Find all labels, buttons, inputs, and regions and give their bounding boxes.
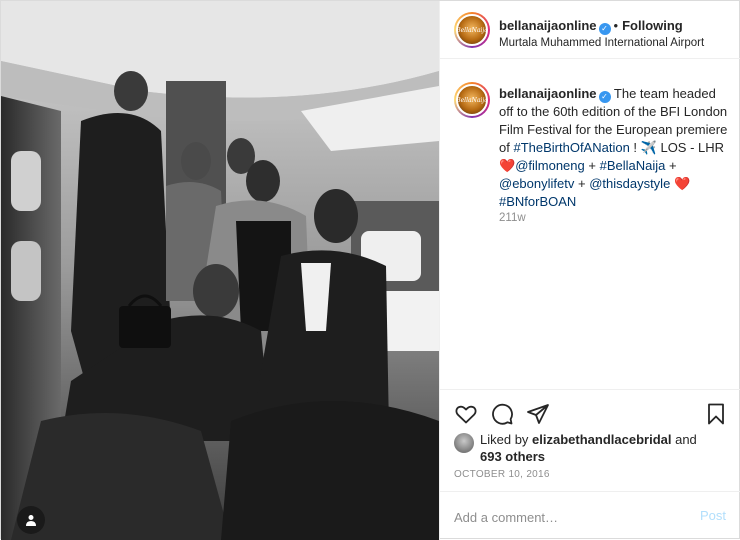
likes-prefix: Liked by bbox=[480, 432, 533, 447]
hashtag-link[interactable]: #BNforBOAN bbox=[499, 194, 576, 209]
post-header: BellaNaija bellanaijaonline ✓ • Following M… bbox=[440, 1, 740, 59]
caption-author-avatar[interactable]: BellaNaija bbox=[454, 82, 490, 118]
post-actions-bar bbox=[440, 389, 740, 433]
paper-plane-icon[interactable] bbox=[526, 402, 550, 426]
author-avatar[interactable]: BellaNaija bbox=[454, 12, 490, 48]
caption-text: + bbox=[574, 176, 590, 191]
caption-age[interactable]: 211w bbox=[499, 212, 526, 224]
avatar-image: BellaNaija bbox=[456, 84, 488, 116]
post-photo[interactable] bbox=[1, 1, 439, 540]
mention-link[interactable]: @thisdaystyle bbox=[589, 176, 670, 191]
caption-text: ! bbox=[629, 140, 641, 155]
airplane-cabin-group-photo bbox=[1, 1, 439, 540]
airplane-icon: ✈️ bbox=[640, 140, 657, 155]
likes-count-link[interactable]: 693 others bbox=[480, 449, 545, 464]
author-username[interactable]: bellanaijaonline bbox=[499, 18, 597, 33]
mention-link[interactable]: @filmoneng bbox=[515, 158, 585, 173]
post-caption: bellanaijaonline ✓ The team headed off to… bbox=[499, 85, 729, 211]
separator-dot: • bbox=[613, 18, 619, 33]
likes-summary: Liked by elizabethandlacebridal and 693 o… bbox=[454, 431, 734, 465]
red-heart-icon: ❤️ bbox=[673, 176, 691, 191]
follow-status-button[interactable]: Following bbox=[622, 18, 683, 33]
liker-avatar[interactable] bbox=[454, 433, 474, 453]
liker-username[interactable]: elizabethandlacebridal bbox=[532, 432, 671, 447]
avatar-logo-text: BellaNaija bbox=[456, 96, 488, 104]
tagged-people-button[interactable] bbox=[17, 506, 45, 534]
verified-badge-icon: ✓ bbox=[598, 91, 611, 103]
likes-middle: and bbox=[671, 432, 697, 447]
location-link[interactable]: Murtala Muhammed International Airport bbox=[499, 37, 704, 49]
bookmark-icon[interactable] bbox=[704, 402, 728, 426]
person-tag-icon bbox=[26, 515, 36, 526]
post-date[interactable]: OCTOBER 10, 2016 bbox=[454, 469, 550, 480]
post-comment-button[interactable]: Post bbox=[700, 508, 726, 523]
caption-text: + bbox=[584, 158, 600, 173]
comment-box: Post bbox=[440, 491, 740, 540]
hashtag-link[interactable]: #TheBirthOfANation bbox=[513, 140, 629, 155]
avatar-image: BellaNaija bbox=[456, 14, 488, 46]
header-user-line: bellanaijaonline ✓ • Following bbox=[499, 18, 683, 35]
likes-text: Liked by elizabethandlacebridal and 693 o… bbox=[454, 431, 734, 465]
red-heart-icon: ❤️ bbox=[499, 158, 516, 173]
avatar-logo-text: BellaNaija bbox=[456, 26, 488, 34]
caption-text: LOS - LHR bbox=[660, 140, 725, 155]
caption-username[interactable]: bellanaijaonline bbox=[499, 86, 597, 101]
heart-outline-icon[interactable] bbox=[454, 402, 478, 426]
mention-link[interactable]: @ebonylifetv bbox=[499, 176, 574, 191]
verified-badge-icon: ✓ bbox=[598, 23, 611, 35]
speech-bubble-icon[interactable] bbox=[490, 402, 514, 426]
post-sidebar: BellaNaija bellanaijaonline ✓ • Following M… bbox=[439, 1, 740, 540]
caption-text: + bbox=[665, 158, 677, 173]
comment-input[interactable] bbox=[454, 507, 684, 527]
hashtag-link[interactable]: #BellaNaija bbox=[600, 158, 666, 173]
instagram-post: BellaNaija bellanaijaonline ✓ • Following M… bbox=[0, 0, 740, 540]
